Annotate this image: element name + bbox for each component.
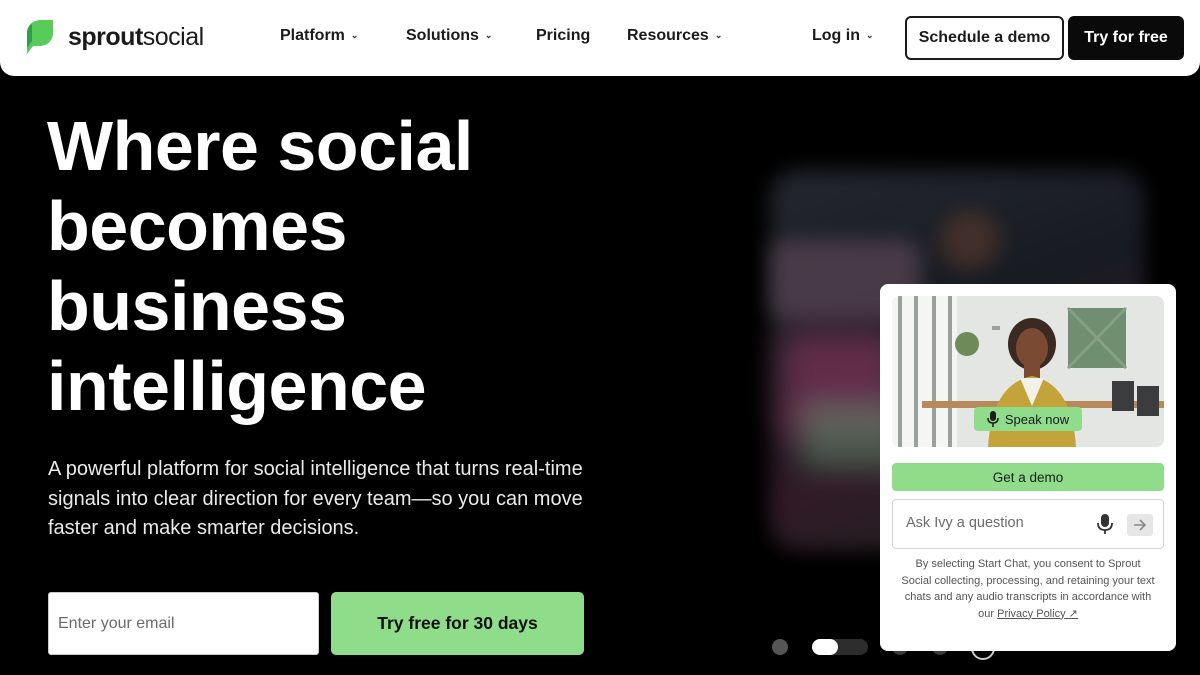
hero-title-line: Where social — [47, 107, 473, 185]
chevron-down-icon: ⌄ — [714, 29, 723, 40]
logo-wordmark: sproutsocial — [68, 22, 204, 51]
hero-title-line: becomes — [47, 187, 347, 265]
nav-resources[interactable]: Resources ⌄ — [627, 27, 722, 45]
hero-title-line: intelligence — [47, 347, 427, 425]
chevron-down-icon: ⌄ — [865, 29, 874, 40]
nav-pricing[interactable]: Pricing — [536, 27, 590, 45]
chevron-down-icon: ⌄ — [350, 29, 359, 40]
nav-solutions[interactable]: Solutions ⌄ — [406, 27, 492, 45]
external-link-icon: ↗ — [1068, 607, 1078, 620]
try-for-free-button[interactable]: Try for free — [1068, 16, 1184, 60]
nav-platform[interactable]: Platform ⌄ — [280, 27, 358, 45]
microphone-icon[interactable] — [1096, 513, 1114, 535]
top-navigation-bar: sproutsocial Platform ⌄ Solutions ⌄ Pricin… — [0, 0, 1200, 76]
sprout-social-logo[interactable]: sproutsocial — [24, 19, 204, 55]
send-arrow-icon[interactable] — [1127, 514, 1153, 536]
privacy-policy-link[interactable]: Privacy Policy ↗ — [997, 608, 1078, 620]
hero-visual-blur-figure — [940, 210, 1000, 270]
schedule-demo-button[interactable]: Schedule a demo — [905, 16, 1064, 60]
speak-now-button[interactable]: Speak now — [974, 407, 1082, 431]
nav-login[interactable]: Log in ⌄ — [812, 27, 874, 45]
hero-title-line: business — [47, 267, 347, 345]
hero-subtitle: A powerful platform for social intellige… — [48, 458, 583, 539]
ask-ivy-field — [892, 499, 1164, 549]
speak-now-label: Speak now — [1004, 411, 1070, 427]
chat-widget: Speak now Get a demo By selecting Start … — [880, 284, 1176, 651]
hero-title: Where social becomes business intelligen… — [47, 106, 687, 426]
consent-notice: By selecting Start Chat, you consent to … — [900, 556, 1156, 622]
carousel-dot-active[interactable] — [812, 639, 838, 655]
assistant-video-preview: Speak now — [892, 296, 1164, 447]
get-a-demo-button[interactable]: Get a demo — [892, 463, 1164, 491]
sprout-leaf-icon — [27, 20, 53, 54]
microphone-icon — [987, 411, 999, 427]
ask-ivy-input[interactable] — [906, 515, 1086, 531]
carousel-dot[interactable] — [772, 639, 788, 655]
chevron-down-icon: ⌄ — [484, 29, 493, 40]
try-free-30-days-button[interactable]: Try free for 30 days — [331, 592, 584, 655]
email-input[interactable] — [48, 592, 319, 655]
